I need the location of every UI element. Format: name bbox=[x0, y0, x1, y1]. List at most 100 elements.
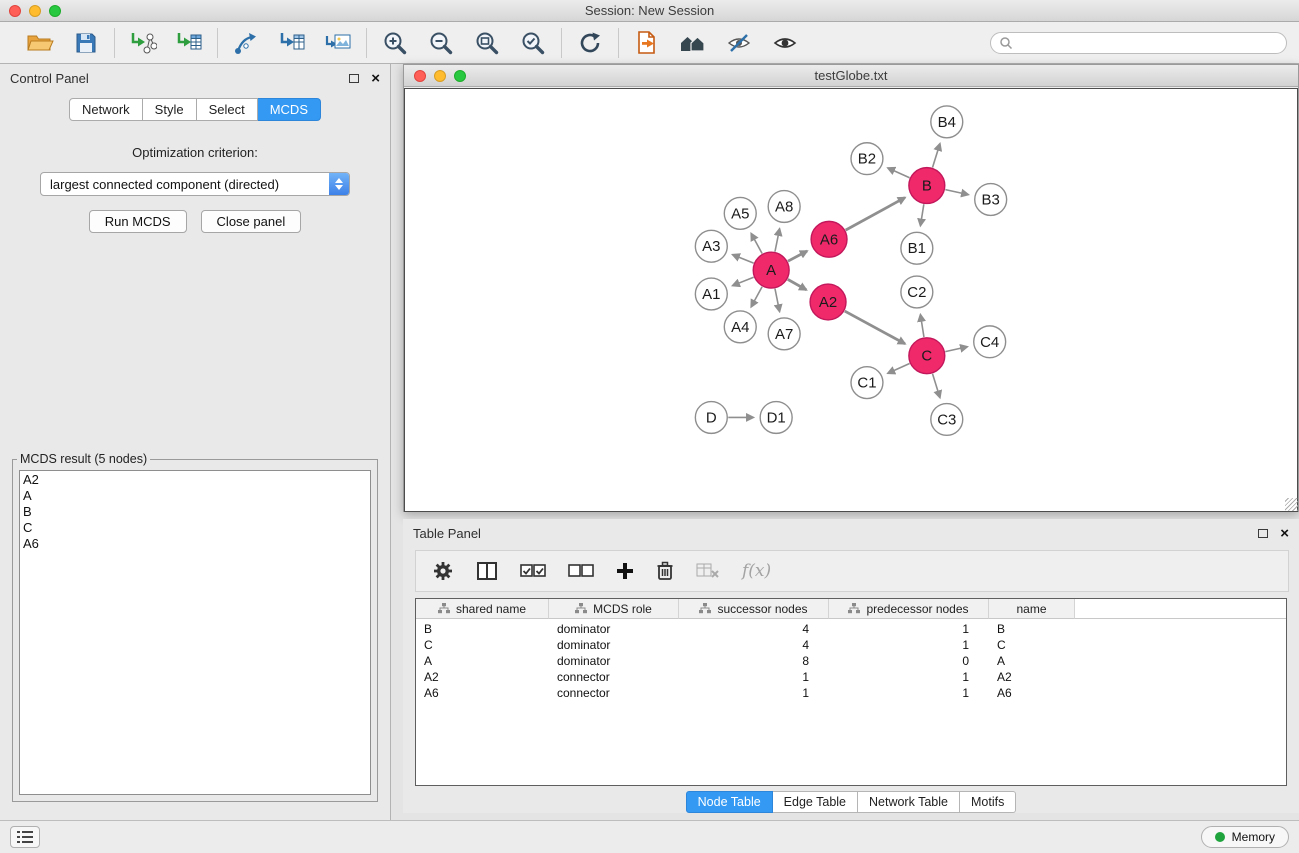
graph-node-A4[interactable]: A4 bbox=[724, 311, 756, 343]
close-panel-button[interactable]: Close panel bbox=[201, 210, 302, 233]
graph-edge-A-A3[interactable] bbox=[733, 255, 754, 263]
select-all-button[interactable] bbox=[520, 564, 546, 578]
import-table-button[interactable] bbox=[173, 27, 205, 59]
float-table-panel-icon[interactable] bbox=[1258, 529, 1268, 538]
cell-predecessor-nodes[interactable]: 1 bbox=[829, 622, 989, 636]
cell-predecessor-nodes[interactable]: 1 bbox=[829, 686, 989, 700]
graph-edge-A-A7[interactable] bbox=[775, 289, 780, 312]
mcds-result-item[interactable]: C bbox=[23, 520, 367, 536]
zoom-fit-button[interactable] bbox=[471, 27, 503, 59]
graph-node-C2[interactable]: C2 bbox=[901, 276, 933, 308]
minimize-network-window-icon[interactable] bbox=[434, 70, 446, 82]
graph-edge-B-B2[interactable] bbox=[888, 168, 910, 178]
graph-edge-A2-C[interactable] bbox=[845, 311, 905, 344]
resize-grip[interactable] bbox=[1285, 498, 1298, 511]
zoom-in-button[interactable] bbox=[379, 27, 411, 59]
cell-mcds-role[interactable]: dominator bbox=[549, 638, 679, 652]
cell-mcds-role[interactable]: connector bbox=[549, 670, 679, 684]
column-header-mcds-role[interactable]: MCDS role bbox=[549, 599, 679, 619]
cell-shared-name[interactable]: A6 bbox=[416, 686, 549, 700]
column-header-name[interactable]: name bbox=[989, 599, 1075, 619]
close-table-panel-icon[interactable]: × bbox=[1280, 526, 1289, 541]
show-details-button[interactable] bbox=[769, 27, 801, 59]
column-header-shared-name[interactable]: shared name bbox=[416, 599, 549, 619]
tab-node-table[interactable]: Node Table bbox=[686, 791, 773, 813]
cell-mcds-role[interactable]: connector bbox=[549, 686, 679, 700]
network-graph[interactable]: AA1A2A3A4A5A6A7A8BB1B2B3B4CC1C2C3C4DD1 bbox=[405, 89, 1297, 511]
cell-successor-nodes[interactable]: 4 bbox=[679, 622, 829, 636]
cell-mcds-role[interactable]: dominator bbox=[549, 654, 679, 668]
table-settings-button[interactable] bbox=[432, 560, 454, 582]
search-input[interactable] bbox=[1018, 36, 1278, 50]
cell-successor-nodes[interactable]: 1 bbox=[679, 670, 829, 684]
table-row[interactable]: C dominator 4 1 C bbox=[416, 637, 1286, 653]
save-session-button[interactable] bbox=[70, 27, 102, 59]
function-builder-button[interactable]: f(x) bbox=[742, 561, 771, 581]
graph-edge-A-A8[interactable] bbox=[775, 229, 780, 252]
home-button[interactable] bbox=[677, 27, 709, 59]
cell-predecessor-nodes[interactable]: 1 bbox=[829, 638, 989, 652]
tab-network-table[interactable]: Network Table bbox=[858, 791, 960, 813]
refresh-button[interactable] bbox=[574, 27, 606, 59]
close-window-icon[interactable] bbox=[9, 5, 21, 17]
add-column-button[interactable] bbox=[616, 562, 634, 580]
tab-style[interactable]: Style bbox=[143, 98, 197, 121]
minimize-window-icon[interactable] bbox=[29, 5, 41, 17]
graph-node-C4[interactable]: C4 bbox=[974, 326, 1006, 358]
cell-name[interactable]: A2 bbox=[989, 670, 1075, 684]
cell-mcds-role[interactable]: dominator bbox=[549, 622, 679, 636]
graph-node-A6[interactable]: A6 bbox=[811, 221, 847, 257]
maximize-network-window-icon[interactable] bbox=[454, 70, 466, 82]
cell-shared-name[interactable]: A2 bbox=[416, 670, 549, 684]
mcds-result-item[interactable]: A6 bbox=[23, 536, 367, 552]
float-panel-icon[interactable] bbox=[349, 74, 359, 83]
mcds-result-item[interactable]: B bbox=[23, 504, 367, 520]
cell-shared-name[interactable]: C bbox=[416, 638, 549, 652]
cell-shared-name[interactable]: B bbox=[416, 622, 549, 636]
cell-name[interactable]: A6 bbox=[989, 686, 1075, 700]
optimization-dropdown[interactable]: largest connected component (directed) bbox=[40, 172, 350, 196]
graph-node-A[interactable]: A bbox=[753, 252, 789, 288]
cell-name[interactable]: A bbox=[989, 654, 1075, 668]
deselect-all-button[interactable] bbox=[568, 564, 594, 578]
graph-edge-B-B1[interactable] bbox=[920, 204, 923, 225]
graph-node-A1[interactable]: A1 bbox=[695, 278, 727, 310]
graph-node-D[interactable]: D bbox=[695, 402, 727, 434]
cell-successor-nodes[interactable]: 4 bbox=[679, 638, 829, 652]
network-canvas[interactable]: AA1A2A3A4A5A6A7A8BB1B2B3B4CC1C2C3C4DD1 bbox=[404, 88, 1298, 512]
cell-predecessor-nodes[interactable]: 0 bbox=[829, 654, 989, 668]
graph-edge-A-A6[interactable] bbox=[788, 251, 807, 261]
cell-shared-name[interactable]: A bbox=[416, 654, 549, 668]
task-history-button[interactable] bbox=[10, 826, 40, 848]
table-row[interactable]: B dominator 4 1 B bbox=[416, 621, 1286, 637]
maximize-window-icon[interactable] bbox=[49, 5, 61, 17]
mcds-result-item[interactable]: A2 bbox=[23, 472, 367, 488]
graph-edge-C-C3[interactable] bbox=[933, 374, 940, 398]
cell-name[interactable]: B bbox=[989, 622, 1075, 636]
graph-edge-A-A5[interactable] bbox=[751, 234, 762, 254]
zoom-out-button[interactable] bbox=[425, 27, 457, 59]
graph-node-A7[interactable]: A7 bbox=[768, 318, 800, 350]
graph-edge-A6-B[interactable] bbox=[846, 198, 905, 231]
graph-edge-B-B4[interactable] bbox=[933, 144, 940, 168]
table-row[interactable]: A2 connector 1 1 A2 bbox=[416, 669, 1286, 685]
table-row[interactable]: A dominator 8 0 A bbox=[416, 653, 1286, 669]
graph-edge-B-B3[interactable] bbox=[945, 190, 968, 195]
import-network-button[interactable] bbox=[127, 27, 159, 59]
mcds-result-item[interactable]: A bbox=[23, 488, 367, 504]
delete-column-button[interactable] bbox=[656, 561, 674, 581]
close-panel-icon[interactable]: × bbox=[371, 71, 380, 86]
table-row[interactable]: A6 connector 1 1 A6 bbox=[416, 685, 1286, 701]
graph-node-C3[interactable]: C3 bbox=[931, 404, 963, 436]
graph-node-D1[interactable]: D1 bbox=[760, 402, 792, 434]
memory-button[interactable]: Memory bbox=[1201, 826, 1289, 848]
graph-edge-A-A1[interactable] bbox=[733, 277, 754, 285]
graph-node-B1[interactable]: B1 bbox=[901, 232, 933, 264]
run-mcds-button[interactable]: Run MCDS bbox=[89, 210, 187, 233]
tab-mcds[interactable]: MCDS bbox=[258, 98, 321, 121]
graph-edge-A-A2[interactable] bbox=[788, 279, 807, 289]
export-image-button[interactable] bbox=[322, 27, 354, 59]
hide-details-button[interactable] bbox=[723, 27, 755, 59]
graph-node-B[interactable]: B bbox=[909, 168, 945, 204]
graph-node-B4[interactable]: B4 bbox=[931, 106, 963, 138]
